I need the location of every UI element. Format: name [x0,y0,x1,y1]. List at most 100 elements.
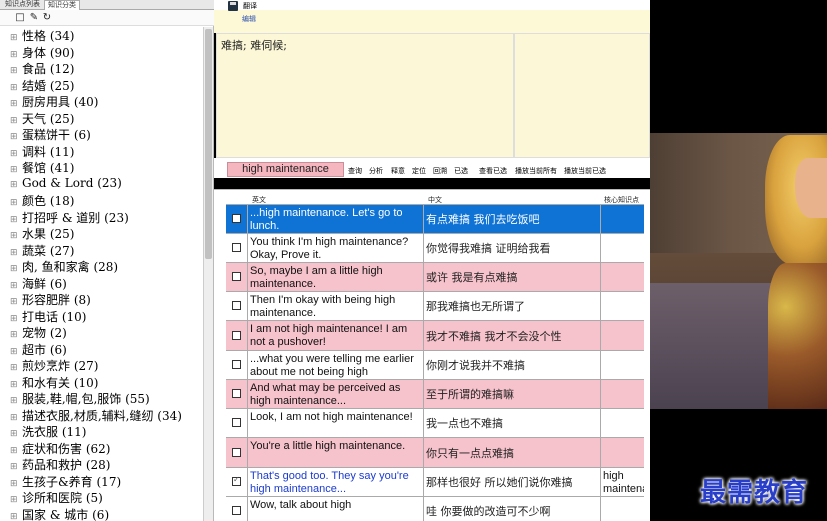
tree-item[interactable]: ⊞ 肉, 鱼和家禽 (28) [10,258,118,274]
expand-icon[interactable]: ⊞ [10,413,22,423]
search-input[interactable]: high maintenance [227,162,344,177]
row-checkbox[interactable] [232,418,241,427]
search-toolbar-button[interactable]: 播放当前所有 [515,166,557,176]
expand-icon[interactable]: ⊞ [10,180,22,190]
row-checkbox[interactable] [232,272,241,281]
search-toolbar-button[interactable]: 释意 [391,166,405,176]
table-row[interactable]: That's good too. They say you're high ma… [226,468,644,497]
expand-icon[interactable]: ⊞ [10,83,22,93]
tree-item[interactable]: ⊞ 生孩子&养育 (17) [10,473,121,489]
search-toolbar-button[interactable]: 查看已选 [479,166,507,176]
expand-icon[interactable]: ⊞ [10,149,22,159]
row-checkbox[interactable] [232,214,241,223]
tree-item[interactable]: ⊞ 蛋糕饼干 (6) [10,126,91,142]
expand-icon[interactable]: ⊞ [10,33,22,43]
edit-link[interactable]: 编辑 [242,14,256,24]
table-row[interactable]: You're a little high maintenance. 你只有一点点难… [226,438,644,468]
tree-item[interactable]: ⊞ 性格 (34) [10,27,74,43]
column-header-chinese[interactable]: 中文 [428,195,442,205]
tree-item[interactable]: ⊞ 厨房用具 (40) [10,93,98,109]
expand-icon[interactable]: ⊞ [10,132,22,142]
save-icon[interactable] [228,1,238,11]
tree-item[interactable]: ⊞ 结婚 (25) [10,77,74,93]
edit-icon[interactable]: ✎ [28,12,40,24]
tree-item[interactable]: ⊞ 症状和伤害 (62) [10,440,110,456]
table-row[interactable]: Look, I am not high maintenance! 我一点也不难搞 [226,409,644,438]
expand-icon[interactable]: ⊞ [10,248,22,258]
expand-icon[interactable]: ⊞ [10,314,22,324]
column-header-english[interactable]: 英文 [252,195,266,205]
table-row[interactable]: You think I'm high maintenance? Okay, Pr… [226,234,644,263]
row-checkbox[interactable] [232,506,241,515]
tree-item[interactable]: ⊞ 餐馆 (41) [10,159,74,175]
tree-item[interactable]: ⊞ 食品 (12) [10,60,74,76]
tree-item[interactable]: ⊞ 打电话 (10) [10,308,86,324]
expand-icon[interactable]: ⊞ [10,116,22,126]
video-frame[interactable] [650,133,827,409]
table-row[interactable]: ...high maintenance. Let's go to lunch. 有… [226,205,644,234]
translation-textarea[interactable]: 难搞; 难伺候; [216,33,514,158]
expand-icon[interactable]: ⊞ [10,396,22,406]
tree-item[interactable]: ⊞ 打招呼 & 道别 (23) [10,209,129,225]
expand-icon[interactable]: ⊞ [10,50,22,60]
tree-item[interactable]: ⊞ 蔬菜 (27) [10,242,74,258]
column-header-core[interactable]: 核心知识点 [604,195,639,205]
table-row[interactable]: So, maybe I am a little high maintenance… [226,263,644,292]
search-toolbar-button[interactable]: 定位 [412,166,426,176]
expand-icon[interactable]: ⊞ [10,363,22,373]
expand-icon[interactable]: ⊞ [10,99,22,109]
expand-icon[interactable]: ⊞ [10,281,22,291]
row-checkbox[interactable] [232,243,241,252]
expand-icon[interactable]: ⊞ [10,479,22,489]
expand-icon[interactable]: ⊞ [10,215,22,225]
search-toolbar-button[interactable]: 分析 [369,166,383,176]
tree-item[interactable]: ⊞ 药品和救护 (28) [10,456,110,472]
row-checkbox[interactable] [232,448,241,457]
tree-item[interactable]: ⊞ 描述衣服,材质,辅料,缝纫 (34) [10,407,182,423]
expand-icon[interactable]: ⊞ [10,231,22,241]
tree-item[interactable]: ⊞ 服装,鞋,帽,包,服饰 (55) [10,390,150,406]
row-checkbox[interactable] [232,331,241,340]
tree-scrollbar[interactable] [203,27,213,521]
expand-icon[interactable]: ⊞ [10,66,22,76]
search-toolbar-button[interactable]: 回溯 [433,166,447,176]
table-row[interactable]: I am not high maintenance! I am not a pu… [226,321,644,351]
table-row[interactable]: And what may be perceived as high mainte… [226,380,644,409]
tree-item[interactable]: ⊞ 国家 & 城市 (6) [10,506,109,521]
expand-icon[interactable]: ⊞ [10,165,22,175]
tree-item[interactable]: ⊞ 宠物 (2) [10,324,67,340]
table-row[interactable]: ...what you were telling me earlier abou… [226,351,644,380]
expand-icon[interactable]: ⊞ [10,198,22,208]
tree-item[interactable]: ⊞ 调料 (11) [10,143,74,159]
expand-icon[interactable]: ⊞ [10,347,22,357]
tab-knowledge-list[interactable]: 知识点列表 [2,0,43,10]
expand-icon[interactable]: ⊞ [10,446,22,456]
tree-item[interactable]: ⊞ God & Lord (23) [10,176,122,192]
tree-item[interactable]: ⊞ 形容肥胖 (8) [10,291,91,307]
expand-icon[interactable]: ⊞ [10,429,22,439]
expand-icon[interactable]: ⊞ [10,512,22,521]
notes-textarea[interactable] [514,33,650,158]
expand-icon[interactable]: ⊞ [10,297,22,307]
translate-label[interactable]: 翻译 [243,1,257,11]
refresh-icon[interactable]: ↻ [41,12,53,24]
row-checkbox[interactable] [232,360,241,369]
tree-scrollbar-thumb[interactable] [205,29,212,259]
expand-icon[interactable]: ⊞ [10,462,22,472]
tree-item[interactable]: ⊞ 颜色 (18) [10,192,74,208]
tree-item[interactable]: ⊞ 身体 (90) [10,44,74,60]
search-toolbar-button[interactable]: 已选 [454,166,468,176]
tree-item[interactable]: ⊞ 水果 (25) [10,225,74,241]
tree-item[interactable]: ⊞ 洗衣服 (11) [10,423,86,439]
expand-icon[interactable]: ⊞ [10,264,22,274]
expand-icon[interactable]: ⊞ [10,330,22,340]
tree-item[interactable]: ⊞ 煎炒烹炸 (27) [10,357,98,373]
tree-item[interactable]: ⊞ 诊所和医院 (5) [10,489,103,505]
new-icon[interactable]: □ [14,12,26,24]
row-checkbox[interactable] [232,475,241,486]
tree-item[interactable]: ⊞ 超市 (6) [10,341,67,357]
expand-icon[interactable]: ⊞ [10,495,22,505]
row-checkbox[interactable] [232,301,241,310]
tree-item[interactable]: ⊞ 海鲜 (6) [10,275,67,291]
table-row[interactable]: Wow, talk about high 哇 你要做的改造可不少啊 [226,497,644,521]
